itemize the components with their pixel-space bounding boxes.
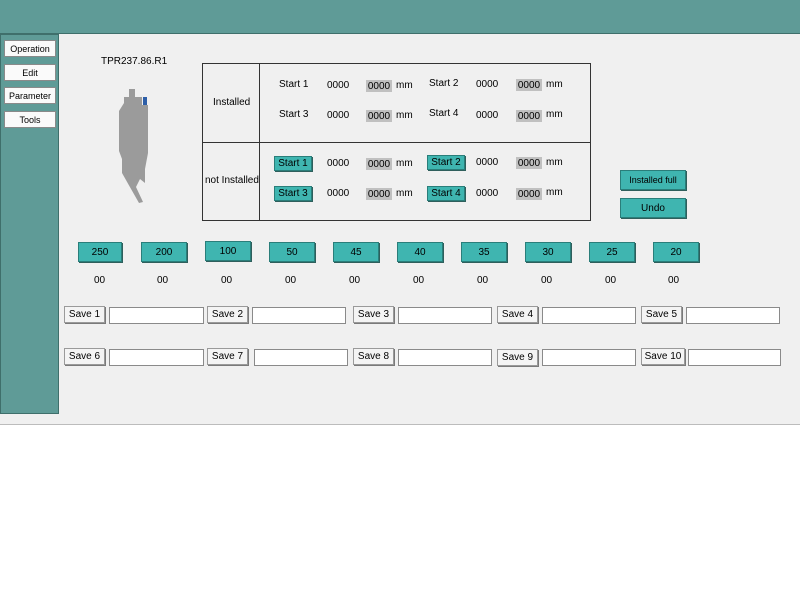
save-3-button[interactable]: Save 3 (353, 306, 394, 323)
segment-40-button[interactable]: 40 (397, 242, 443, 262)
installed-start-2-field[interactable]: 0000 (516, 79, 542, 91)
segment-200-button[interactable]: 200 (141, 242, 187, 262)
save-5-field[interactable] (686, 307, 780, 324)
not-installed-start-2-value: 0000 (476, 157, 499, 168)
not-installed-start-3-value: 0000 (327, 188, 350, 199)
save-2-button[interactable]: Save 2 (207, 306, 248, 323)
save-1-button[interactable]: Save 1 (64, 306, 105, 323)
segment-35-count: 00 (477, 275, 489, 286)
unit-label: mm (396, 158, 413, 169)
installed-start-3-field[interactable]: 0000 (366, 110, 392, 122)
segment-35-button[interactable]: 35 (461, 242, 507, 262)
not-installed-start-1-field[interactable]: 0000 (366, 158, 392, 170)
unit-label: mm (546, 79, 563, 90)
save-3-field[interactable] (398, 307, 492, 324)
tool-position-table: Installed not Installed Start 1 0000 000… (202, 63, 591, 221)
installed-start-1-value: 0000 (327, 80, 350, 91)
save-4-button[interactable]: Save 4 (497, 306, 538, 323)
table-divider (203, 142, 590, 143)
installed-start-2-value: 0000 (476, 79, 499, 90)
not-installed-start-4-button[interactable]: Start 4 (427, 186, 465, 201)
sidebar-item-edit[interactable]: Edit (4, 64, 56, 81)
not-installed-start-3-button[interactable]: Start 3 (274, 186, 312, 201)
segment-30-count: 00 (541, 275, 553, 286)
sidebar-item-tools[interactable]: Tools (4, 111, 56, 128)
segment-25-count: 00 (605, 275, 617, 286)
main-window: Operation Edit Parameter Tools TPR237.86… (0, 34, 800, 425)
installed-start-3-value: 0000 (327, 110, 350, 121)
not-installed-start-4-field[interactable]: 0000 (516, 188, 542, 200)
title-bar (0, 0, 800, 34)
not-installed-start-1-button[interactable]: Start 1 (274, 156, 312, 171)
not-installed-label: not Installed (205, 175, 259, 186)
unit-label: mm (396, 80, 413, 91)
not-installed-start-4-value: 0000 (476, 188, 499, 199)
undo-button[interactable]: Undo (620, 198, 686, 218)
segment-50-count: 00 (285, 275, 297, 286)
segment-200-count: 00 (157, 275, 169, 286)
save-6-field[interactable] (109, 349, 204, 366)
installed-start-2-label: Start 2 (429, 78, 459, 89)
installed-start-4-label: Start 4 (429, 108, 459, 119)
save-10-field[interactable] (688, 349, 781, 366)
save-8-button[interactable]: Save 8 (353, 348, 394, 365)
save-2-field[interactable] (252, 307, 346, 324)
unit-label: mm (396, 110, 413, 121)
segment-45-count: 00 (349, 275, 361, 286)
installed-start-4-value: 0000 (476, 110, 499, 121)
tool-name: TPR237.86.R1 (101, 56, 168, 67)
save-6-button[interactable]: Save 6 (64, 348, 105, 365)
save-7-field[interactable] (254, 349, 348, 366)
segment-25-button[interactable]: 25 (589, 242, 635, 262)
sidebar: Operation Edit Parameter Tools (0, 34, 59, 414)
segment-30-button[interactable]: 30 (525, 242, 571, 262)
save-8-field[interactable] (398, 349, 492, 366)
unit-label: mm (546, 109, 563, 120)
not-installed-start-1-value: 0000 (327, 158, 350, 169)
save-9-field[interactable] (542, 349, 636, 366)
installed-start-4-field[interactable]: 0000 (516, 110, 542, 122)
installed-start-3-label: Start 3 (279, 109, 309, 120)
segment-250-count: 00 (94, 275, 106, 286)
not-installed-start-2-button[interactable]: Start 2 (427, 155, 465, 170)
installed-start-1-field[interactable]: 0000 (366, 80, 392, 92)
save-9-button[interactable]: Save 9 (497, 349, 538, 366)
segment-20-count: 00 (668, 275, 680, 286)
installed-start-1-label: Start 1 (279, 79, 309, 90)
save-10-button[interactable]: Save 10 (641, 348, 685, 365)
segment-20-button[interactable]: 20 (653, 242, 699, 262)
segment-250-button[interactable]: 250 (78, 242, 122, 262)
table-divider (259, 64, 260, 220)
save-7-button[interactable]: Save 7 (207, 348, 248, 365)
not-installed-start-3-field[interactable]: 0000 (366, 188, 392, 200)
unit-label: mm (546, 187, 563, 198)
punch-tool-icon (119, 89, 148, 203)
segment-40-count: 00 (413, 275, 425, 286)
sidebar-item-operation[interactable]: Operation (4, 40, 56, 57)
unit-label: mm (396, 188, 413, 199)
segment-100-button[interactable]: 100 (205, 241, 251, 261)
sidebar-item-parameter[interactable]: Parameter (4, 87, 56, 104)
segment-45-button[interactable]: 45 (333, 242, 379, 262)
save-5-button[interactable]: Save 5 (641, 306, 682, 323)
save-1-field[interactable] (109, 307, 204, 324)
not-installed-start-2-field[interactable]: 0000 (516, 157, 542, 169)
segment-50-button[interactable]: 50 (269, 242, 315, 262)
unit-label: mm (546, 157, 563, 168)
installed-label: Installed (213, 97, 251, 108)
installed-full-button[interactable]: Installed full (620, 170, 686, 190)
segment-100-count: 00 (221, 275, 233, 286)
save-4-field[interactable] (542, 307, 636, 324)
